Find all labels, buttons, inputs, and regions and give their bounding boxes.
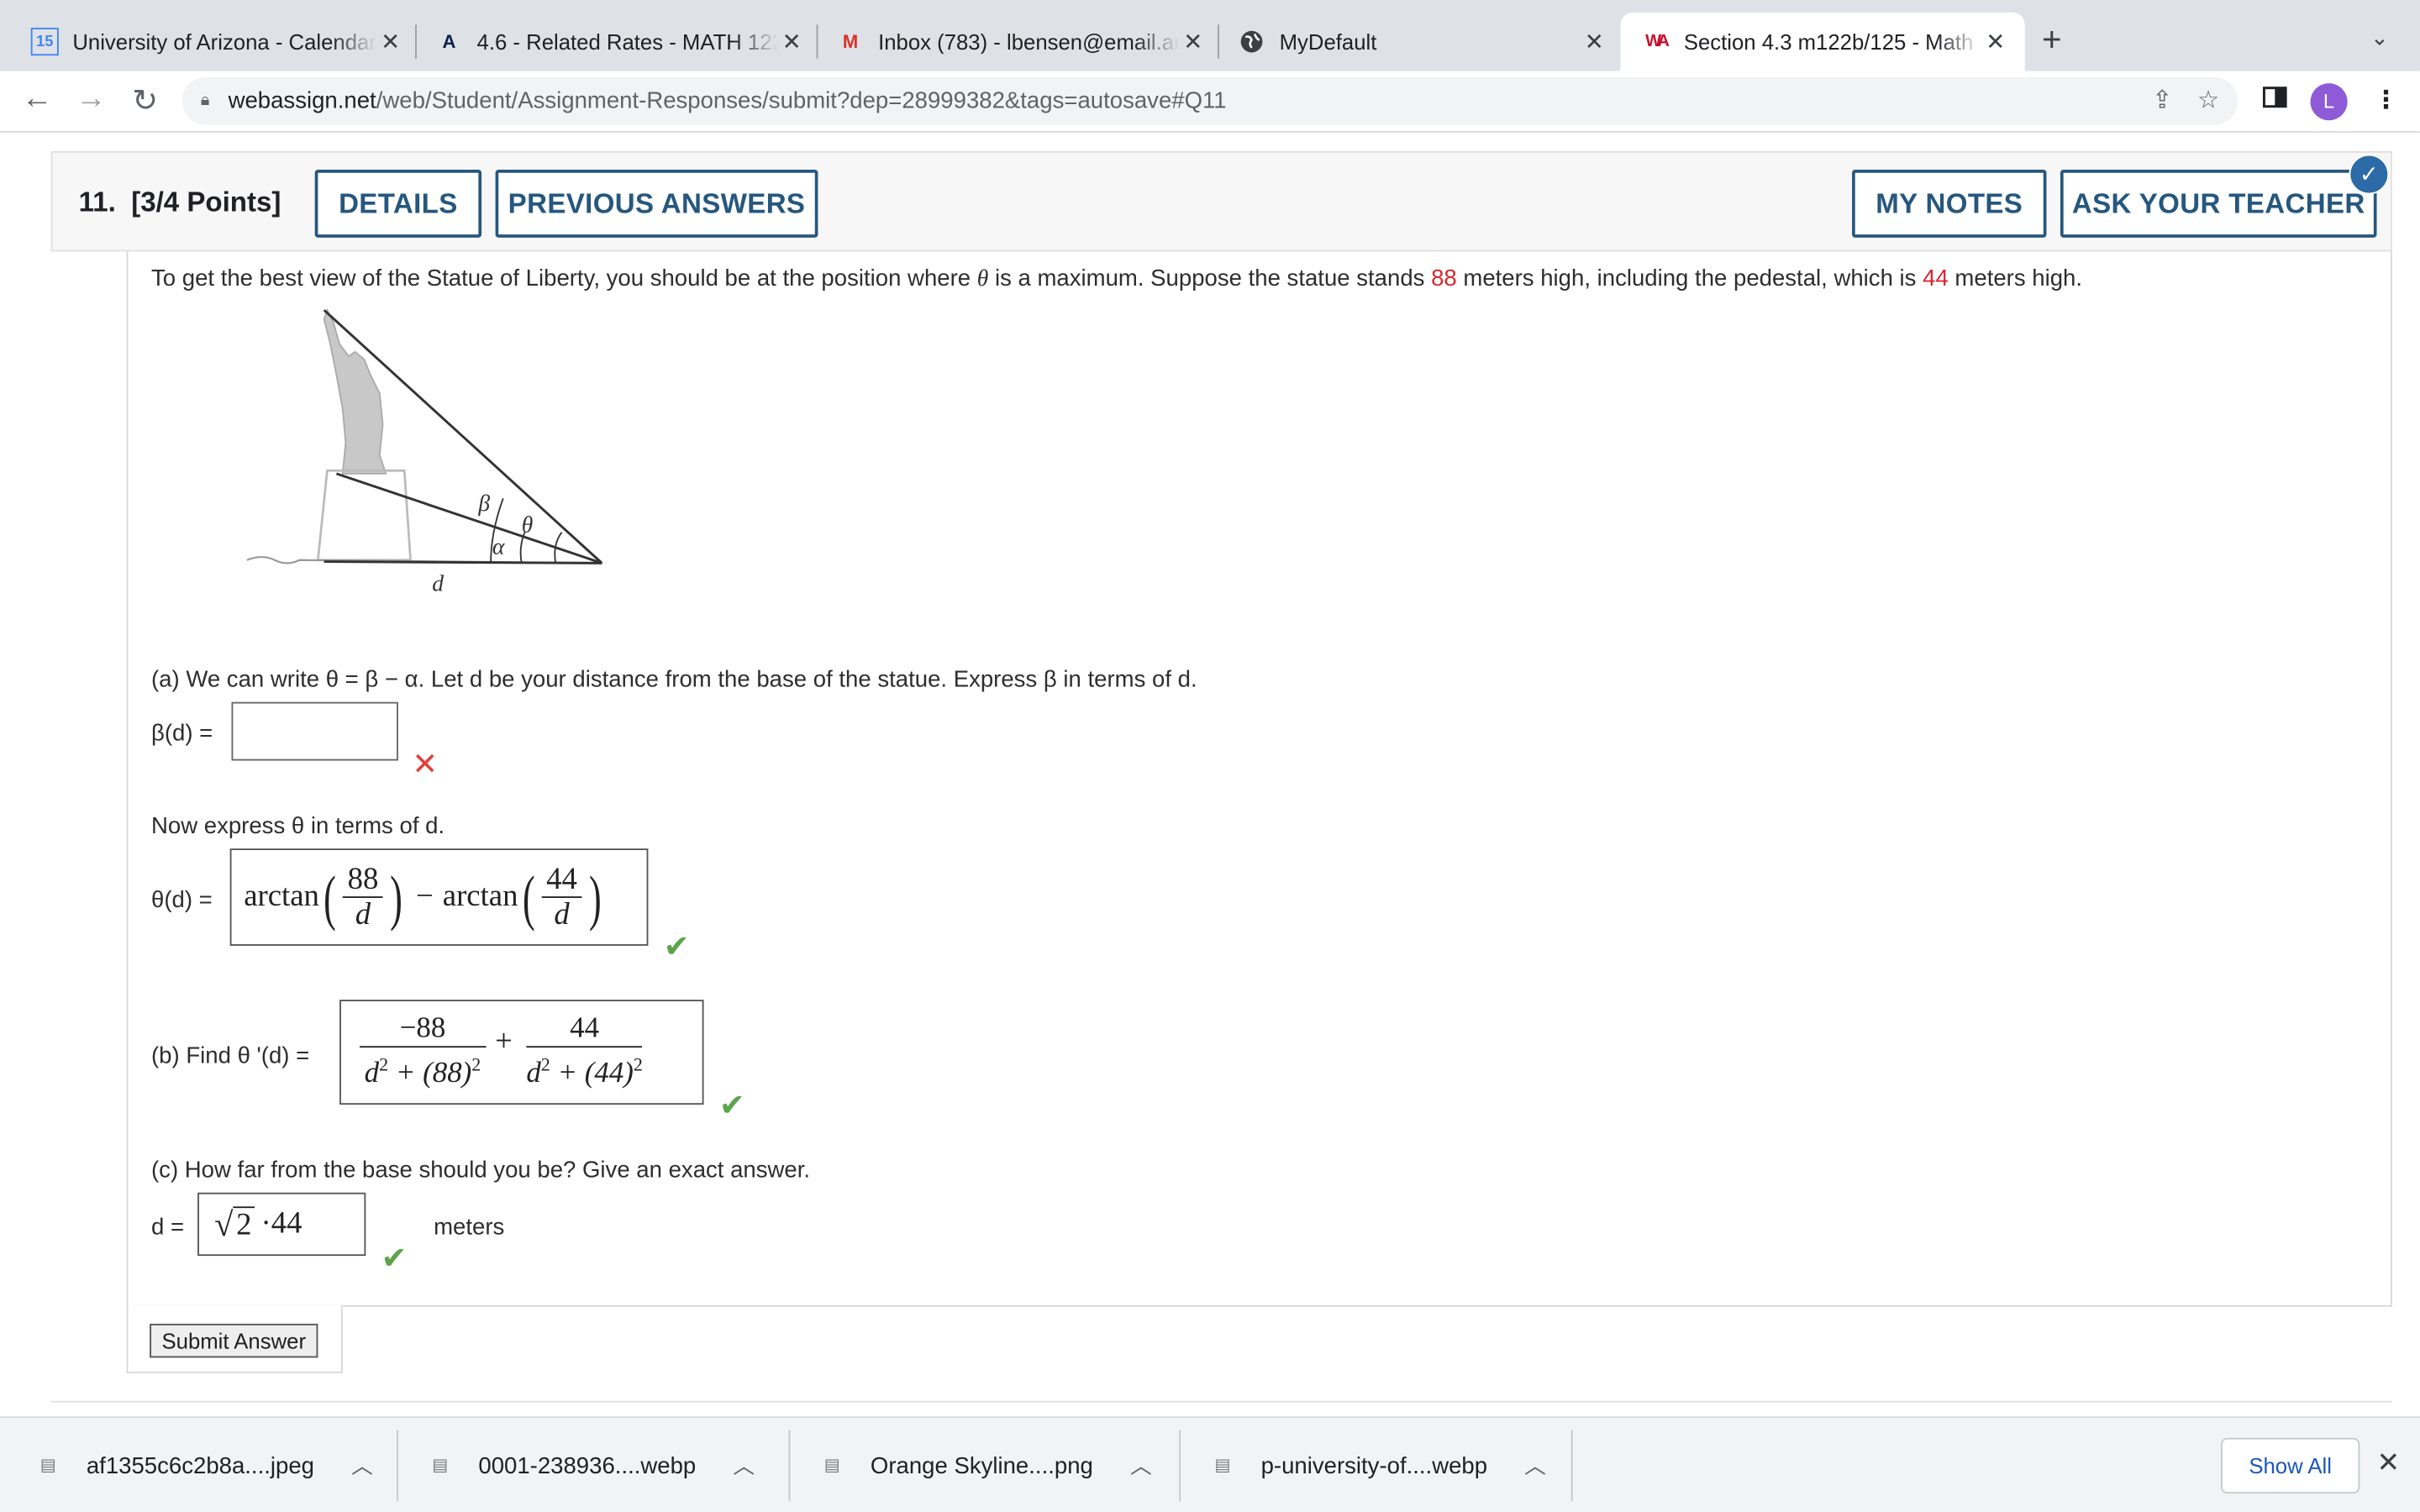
forward-arrow-icon[interactable]: →: [72, 81, 109, 117]
side-panel-icon[interactable]: [2262, 85, 2287, 118]
new-tab-icon[interactable]: +: [2042, 20, 2062, 60]
file-icon: ▤: [1214, 1456, 1231, 1475]
incorrect-x-icon: ✕: [412, 748, 439, 783]
part-c-prompt: (c) How far from the base should you be?…: [150, 1157, 811, 1184]
beta-label: β: [477, 490, 490, 516]
units-label: meters: [434, 1214, 505, 1241]
url-path: /web/Student/Assignment-Responses/submit…: [376, 87, 1227, 114]
tab-strip: 15 University of Arizona - Calendar ✕ A …: [0, 0, 2420, 71]
file-icon: ▤: [432, 1456, 449, 1475]
close-icon[interactable]: ✕: [778, 28, 806, 55]
tab-related-rates[interactable]: A 4.6 - Related Rates - MATH 122 ✕: [435, 13, 806, 71]
download-item[interactable]: ▤ af1355c6c2b8a....jpeg ︿: [40, 1418, 373, 1512]
completed-check-icon: ✓: [2349, 154, 2390, 195]
statue-diagram: β θ α d: [246, 307, 603, 596]
my-notes-button[interactable]: MY NOTES: [1852, 170, 2047, 238]
arizona-logo-icon: A: [442, 30, 456, 53]
download-item[interactable]: ▤ p-university-of....webp ︿: [1214, 1418, 1545, 1512]
tab-separator: [1218, 24, 1219, 59]
submit-answer-button[interactable]: Submit Answer: [150, 1323, 318, 1358]
tab-separator: [415, 24, 417, 59]
tab-search-chevron-icon[interactable]: ⌄: [2370, 24, 2389, 50]
part-b-prompt: (b) Find θ '(d) =: [150, 1042, 310, 1069]
part-a-prompt: (a) We can write θ = β − α. Let d be you…: [150, 666, 1197, 693]
download-item[interactable]: ▤ Orange Skyline....png ︿: [824, 1418, 1152, 1512]
chevron-up-icon[interactable]: ︿: [1130, 1450, 1152, 1481]
close-icon[interactable]: ✕: [1581, 28, 1608, 55]
correct-check-icon: ✔: [381, 1242, 408, 1276]
lock-icon[interactable]: 🔒︎: [201, 91, 210, 111]
previous-answers-button[interactable]: PREVIOUS ANSWERS: [495, 170, 818, 238]
close-icon[interactable]: ✕: [376, 28, 404, 55]
chevron-up-icon[interactable]: ︿: [351, 1450, 373, 1481]
webassign-icon: WA: [1645, 32, 1670, 51]
divider: [50, 1400, 2392, 1403]
divider: [788, 1430, 791, 1502]
tab-title: Inbox (783) - lbensen@email.arizona.edu: [878, 29, 1179, 55]
downloads-bar: ▤ af1355c6c2b8a....jpeg ︿ ▤ 0001-238936.…: [0, 1416, 2420, 1512]
pedestal-height-value: 44: [1923, 265, 1949, 292]
tab-title: Section 4.3 m122b/125 - Math: [1683, 29, 1974, 55]
file-icon: ▤: [823, 1456, 840, 1475]
close-icon[interactable]: ✕: [2377, 1447, 2401, 1480]
details-button[interactable]: DETAILS: [314, 170, 482, 238]
tab-title: MyDefault: [1279, 29, 1377, 55]
theta-label-text: θ(d) =: [150, 887, 213, 914]
show-all-button[interactable]: Show All: [2221, 1437, 2360, 1494]
question-number: 11. [3/4 Points]: [78, 186, 281, 218]
correct-check-icon: ✔: [663, 930, 690, 964]
fraction: 88 d: [343, 863, 383, 932]
tab-calendar[interactable]: 15 University of Arizona - Calendar ✕: [30, 13, 404, 71]
theta-label: θ: [522, 512, 534, 538]
tab-title: University of Arizona - Calendar: [72, 29, 376, 55]
statue-height-value: 88: [1431, 265, 1457, 292]
globe-icon: [1238, 28, 1265, 55]
bookmark-star-icon[interactable]: ☆: [2197, 85, 2219, 116]
fraction: −88 d2 + (88)2: [359, 1012, 487, 1091]
fraction: 44 d2 + (44)2: [526, 1012, 643, 1090]
url-host: webassign.net: [228, 87, 376, 114]
tab-separator: [816, 24, 818, 59]
browser-toolbar: ← → ↻ 🔒︎ webassign.net/web/Student/Assig…: [0, 71, 2420, 133]
calendar-icon: 15: [30, 28, 59, 56]
theta-answer-box[interactable]: arctan ( 88 d ) − arctan ( 44 d ): [229, 848, 649, 946]
question-prompt: To get the best view of the Statue of Li…: [150, 265, 2083, 292]
divider: [1570, 1430, 1573, 1502]
share-icon[interactable]: ⇪: [2152, 85, 2173, 116]
reload-icon[interactable]: ↻: [127, 81, 164, 120]
d-label: d: [432, 570, 444, 596]
back-arrow-icon[interactable]: ←: [18, 81, 55, 117]
chevron-up-icon[interactable]: ︿: [1524, 1450, 1546, 1481]
ask-your-teacher-button[interactable]: ASK YOUR TEACHER: [2060, 170, 2377, 238]
alpha-label: α: [492, 533, 505, 559]
download-item[interactable]: ▤ 0001-238936....webp ︿: [432, 1418, 755, 1512]
distance-answer-box[interactable]: √ 2·44: [197, 1192, 366, 1257]
gmail-icon: M: [842, 30, 859, 53]
d-label-text: d =: [150, 1214, 185, 1241]
chevron-up-icon[interactable]: ︿: [733, 1450, 755, 1481]
close-icon[interactable]: ✕: [1179, 28, 1207, 55]
menu-kebab-icon[interactable]: ⋮: [2374, 85, 2398, 116]
tab-webassign[interactable]: WA Section 4.3 m122b/125 - Math ✕: [1620, 12, 2025, 71]
tab-title: 4.6 - Related Rates - MATH 122: [476, 29, 778, 55]
derivative-answer-box[interactable]: −88 d2 + (88)2 + 44 d2 + (44)2: [339, 1000, 704, 1105]
tab-mydefault[interactable]: MyDefault ✕: [1238, 13, 1608, 71]
fraction: 44 d: [541, 863, 582, 932]
question-header: 11. [3/4 Points] DETAILS PREVIOUS ANSWER…: [50, 150, 2392, 252]
tab-gmail[interactable]: M Inbox (783) - lbensen@email.arizona.ed…: [836, 13, 1207, 71]
divider: [1179, 1430, 1181, 1502]
profile-avatar[interactable]: L: [2310, 83, 2348, 121]
theta-prompt: Now express θ in terms of d.: [150, 812, 445, 840]
close-icon[interactable]: ✕: [1981, 28, 2009, 55]
file-icon: ▤: [39, 1456, 56, 1475]
address-bar[interactable]: 🔒︎ webassign.net/web/Student/Assignment-…: [182, 76, 2238, 125]
correct-check-icon: ✔: [718, 1089, 745, 1124]
beta-answer-input[interactable]: [231, 701, 398, 761]
divider: [397, 1430, 398, 1502]
beta-label-text: β(d) =: [150, 720, 213, 747]
